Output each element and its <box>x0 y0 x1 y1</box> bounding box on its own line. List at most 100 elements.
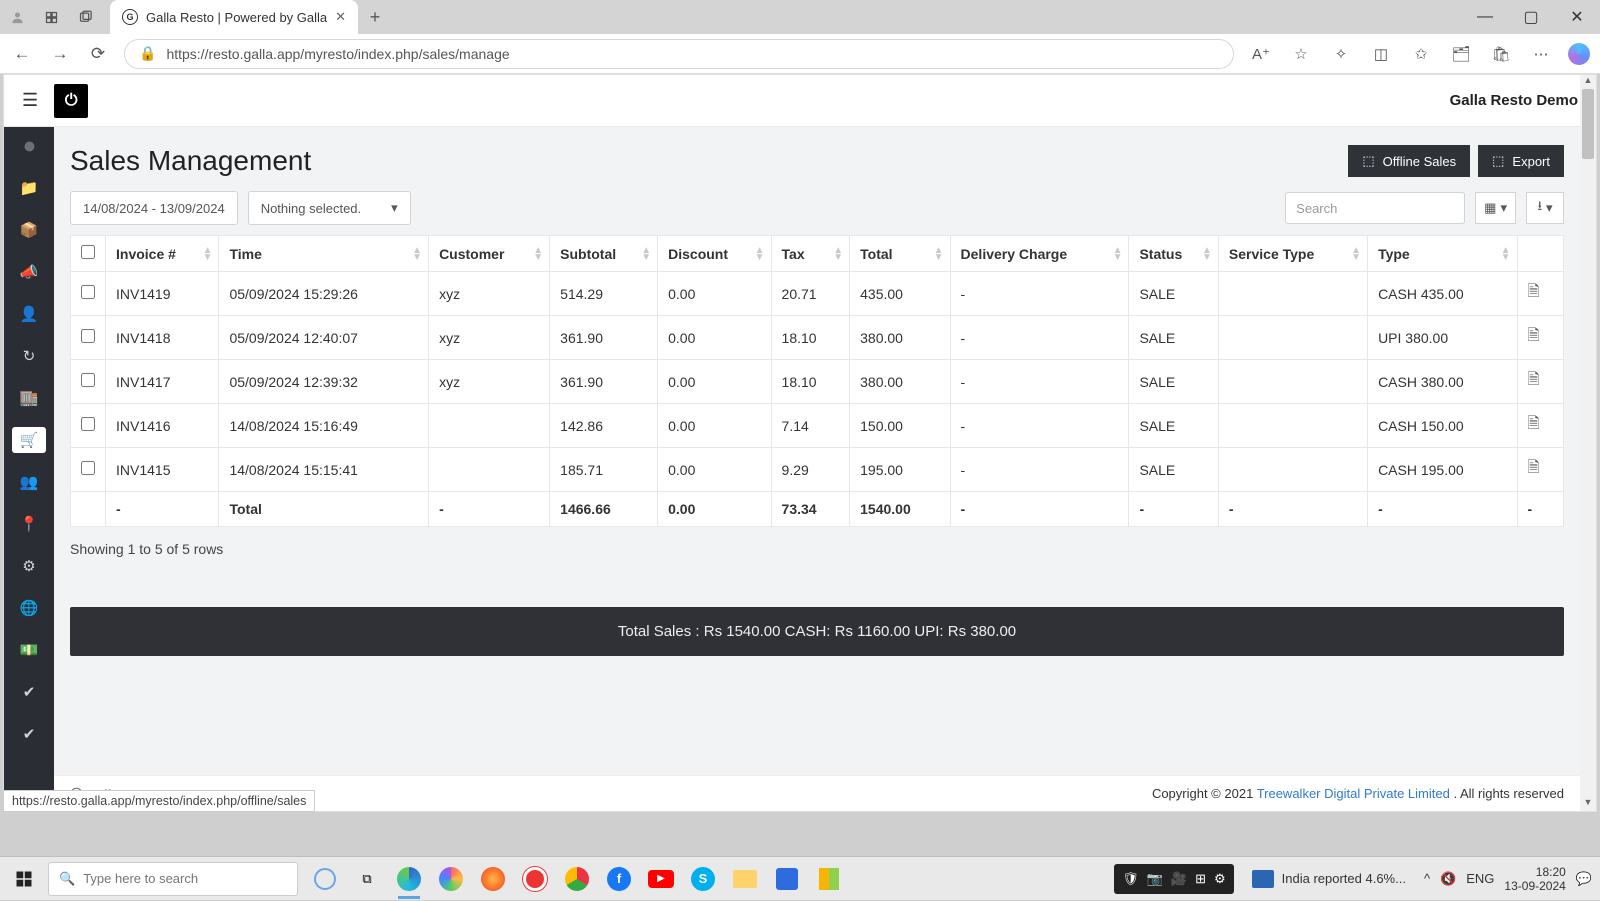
row-detail-icon[interactable]: 🗎 <box>1528 371 1540 388</box>
favorites-bar-icon[interactable]: ✩ <box>1408 45 1434 63</box>
sidebar-item-globe[interactable]: 🌐 <box>12 595 46 621</box>
row-checkbox[interactable] <box>81 285 95 299</box>
hamburger-icon[interactable]: ☰ <box>22 90 38 111</box>
window-close-button[interactable]: ✕ <box>1554 0 1600 34</box>
col-type[interactable]: Type▲▼ <box>1368 236 1517 272</box>
sidebar-item-announce[interactable]: 📣 <box>12 259 46 285</box>
reload-button[interactable]: ⟳ <box>86 44 110 64</box>
taskbar-chrome-icon[interactable] <box>556 857 598 901</box>
tab-close-icon[interactable]: ✕ <box>335 9 346 25</box>
row-checkbox[interactable] <box>81 373 95 387</box>
collections-icon[interactable]: 🗂 <box>1448 45 1474 63</box>
back-button[interactable]: ← <box>10 44 34 64</box>
taskbar-search[interactable]: 🔍 Type here to search <box>48 862 298 896</box>
taskbar-record-icon[interactable] <box>514 857 556 901</box>
browser-tab[interactable]: G Galla Resto | Powered by Galla ✕ <box>110 0 358 34</box>
forward-button[interactable]: → <box>48 44 72 64</box>
sidebar-item-sales[interactable]: 🛒 <box>12 427 46 453</box>
footer-company-link[interactable]: Treewalker Digital Private Limited <box>1257 786 1450 801</box>
sidebar-item-money[interactable]: 💵 <box>12 637 46 663</box>
read-aloud-icon[interactable]: A⁺ <box>1248 45 1274 63</box>
sidebar-item-check2[interactable]: ✔ <box>12 721 46 747</box>
col-customer[interactable]: Customer▲▼ <box>429 236 550 272</box>
workspaces-icon[interactable] <box>34 0 68 34</box>
split-icon[interactable]: ◫ <box>1368 45 1394 63</box>
copilot-icon[interactable] <box>1568 43 1590 65</box>
app-logo-icon[interactable]: ⏻ <box>54 84 88 118</box>
tenant-name: Galla Resto Demo <box>1450 92 1578 109</box>
export-button[interactable]: ⬚ Export <box>1478 145 1564 177</box>
extensions-icon[interactable]: ✧ <box>1328 45 1354 63</box>
tray-news[interactable]: India reported 4.6%... <box>1244 870 1414 888</box>
col-service[interactable]: Service Type▲▼ <box>1218 236 1367 272</box>
more-icon[interactable]: ⋯ <box>1528 45 1554 63</box>
scrollbar-thumb[interactable] <box>1582 89 1594 159</box>
filter-select[interactable]: Nothing selected. ▾ <box>248 191 411 225</box>
select-all-checkbox[interactable] <box>81 245 95 259</box>
row-checkbox[interactable] <box>81 417 95 431</box>
tray-camera-cluster[interactable]: 🛡 📷 🎥 ⊞ ⚙ <box>1114 864 1233 894</box>
tab-actions-icon[interactable] <box>68 0 102 34</box>
row-checkbox[interactable] <box>81 329 95 343</box>
tray-notifications-icon[interactable]: 💬 <box>1576 871 1592 887</box>
taskbar-youtube-icon[interactable]: ▶ <box>640 857 682 901</box>
taskbar-skype-icon[interactable]: S <box>682 857 724 901</box>
taskbar-copilot-icon[interactable] <box>430 857 472 901</box>
columns-toggle-button[interactable]: ▦▾ <box>1475 192 1516 224</box>
col-discount[interactable]: Discount▲▼ <box>658 236 771 272</box>
sidebar-item-settings[interactable]: ⚙ <box>12 553 46 579</box>
table-search-input[interactable]: Search <box>1285 192 1465 224</box>
row-detail-icon[interactable]: 🗎 <box>1528 459 1540 476</box>
row-checkbox[interactable] <box>81 461 95 475</box>
new-tab-button[interactable]: + <box>358 0 392 34</box>
taskbar-firefox-icon[interactable] <box>472 857 514 901</box>
window-maximize-button[interactable]: ▢ <box>1508 0 1554 34</box>
col-status[interactable]: Status▲▼ <box>1129 236 1218 272</box>
offline-sales-button[interactable]: ⬚ Offline Sales <box>1348 145 1470 177</box>
tray-chevron-icon[interactable]: ^ <box>1424 871 1430 886</box>
col-time[interactable]: Time▲▼ <box>219 236 429 272</box>
sidebar-item-dashboard[interactable] <box>12 133 46 159</box>
shopping-icon[interactable]: 🛍 <box>1488 45 1514 63</box>
col-tax[interactable]: Tax▲▼ <box>771 236 850 272</box>
col-total[interactable]: Total▲▼ <box>850 236 950 272</box>
date-range-input[interactable]: 14/08/2024 - 13/09/2024 <box>70 191 238 225</box>
start-button[interactable] <box>0 857 48 901</box>
taskbar-store-icon[interactable] <box>766 857 808 901</box>
tray-volume-icon[interactable]: 🔇 <box>1440 871 1456 887</box>
row-detail-icon[interactable]: 🗎 <box>1528 283 1540 300</box>
sidebar-item-refresh[interactable]: ↻ <box>12 343 46 369</box>
sidebar-item-location[interactable]: 📍 <box>12 511 46 537</box>
page-title: Sales Management <box>70 145 311 177</box>
vertical-scrollbar[interactable]: ▲ ▼ <box>1580 75 1596 811</box>
row-detail-icon[interactable]: 🗎 <box>1528 327 1540 344</box>
col-subtotal[interactable]: Subtotal▲▼ <box>550 236 658 272</box>
export-icon: ⬚ <box>1492 153 1504 169</box>
download-icon: ⭳ <box>1537 197 1542 219</box>
sidebar-item-store[interactable]: 🏬 <box>12 385 46 411</box>
taskbar-facebook-icon[interactable]: f <box>598 857 640 901</box>
url-field[interactable]: 🔒 https://resto.galla.app/myresto/index.… <box>124 39 1234 69</box>
tray-lang[interactable]: ENG <box>1466 871 1494 886</box>
profile-icon[interactable] <box>0 0 34 34</box>
col-invoice[interactable]: Invoice #▲▼ <box>106 236 219 272</box>
sidebar-item-box[interactable]: 📦 <box>12 217 46 243</box>
export-toggle-button[interactable]: ⭳▾ <box>1526 192 1564 224</box>
table-row: INV141705/09/2024 12:39:32xyz361.900.001… <box>71 360 1564 404</box>
task-view-icon[interactable]: ⧉ <box>346 857 388 901</box>
scroll-up-icon[interactable]: ▲ <box>1580 75 1596 89</box>
taskbar-app-icon[interactable] <box>808 857 850 901</box>
cortana-icon[interactable] <box>304 857 346 901</box>
window-minimize-button[interactable]: ― <box>1462 0 1508 34</box>
sidebar-item-user[interactable]: 👤 <box>12 301 46 327</box>
col-delivery[interactable]: Delivery Charge▲▼ <box>950 236 1129 272</box>
sidebar-item-check1[interactable]: ✔ <box>12 679 46 705</box>
favorite-icon[interactable]: ☆ <box>1288 45 1314 63</box>
row-detail-icon[interactable]: 🗎 <box>1528 415 1540 432</box>
tray-clock[interactable]: 18:20 13-09-2024 <box>1504 865 1565 893</box>
sidebar-item-people[interactable]: 👥 <box>12 469 46 495</box>
sidebar-item-files[interactable]: 📁 <box>12 175 46 201</box>
scroll-down-icon[interactable]: ▼ <box>1580 797 1596 811</box>
taskbar-edge-icon[interactable] <box>388 857 430 901</box>
taskbar-explorer-icon[interactable] <box>724 857 766 901</box>
